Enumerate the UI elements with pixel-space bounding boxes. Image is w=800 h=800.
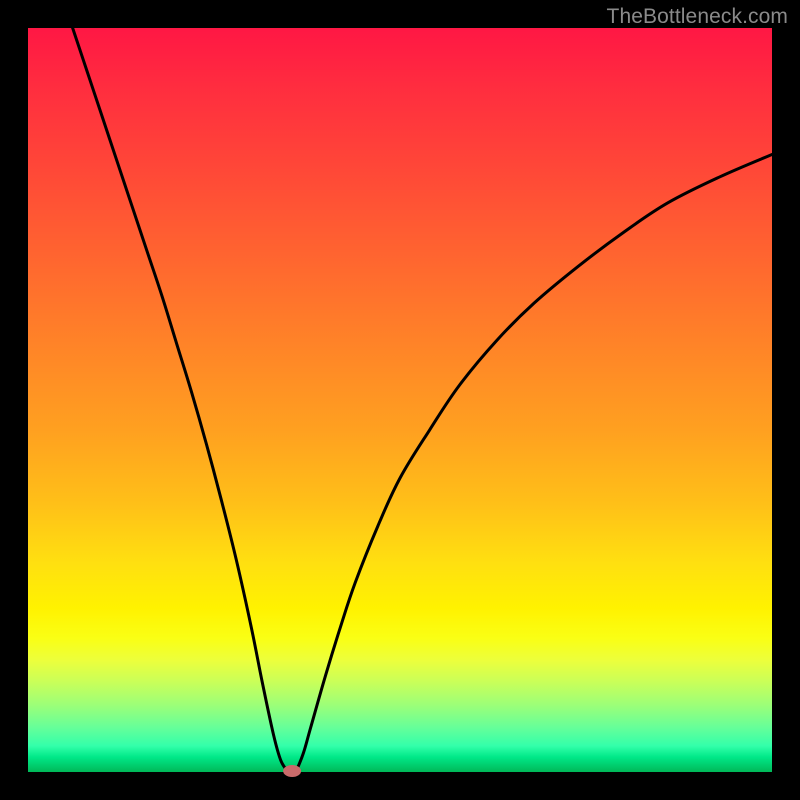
watermark-text: TheBottleneck.com bbox=[607, 5, 788, 29]
minimum-marker bbox=[283, 765, 301, 777]
bottleneck-curve-svg bbox=[28, 28, 772, 772]
marker-group bbox=[283, 765, 301, 777]
curve-left-branch bbox=[73, 28, 289, 772]
chart-frame: TheBottleneck.com bbox=[0, 0, 800, 800]
curve-group bbox=[73, 28, 772, 772]
curve-right-branch bbox=[296, 154, 772, 772]
